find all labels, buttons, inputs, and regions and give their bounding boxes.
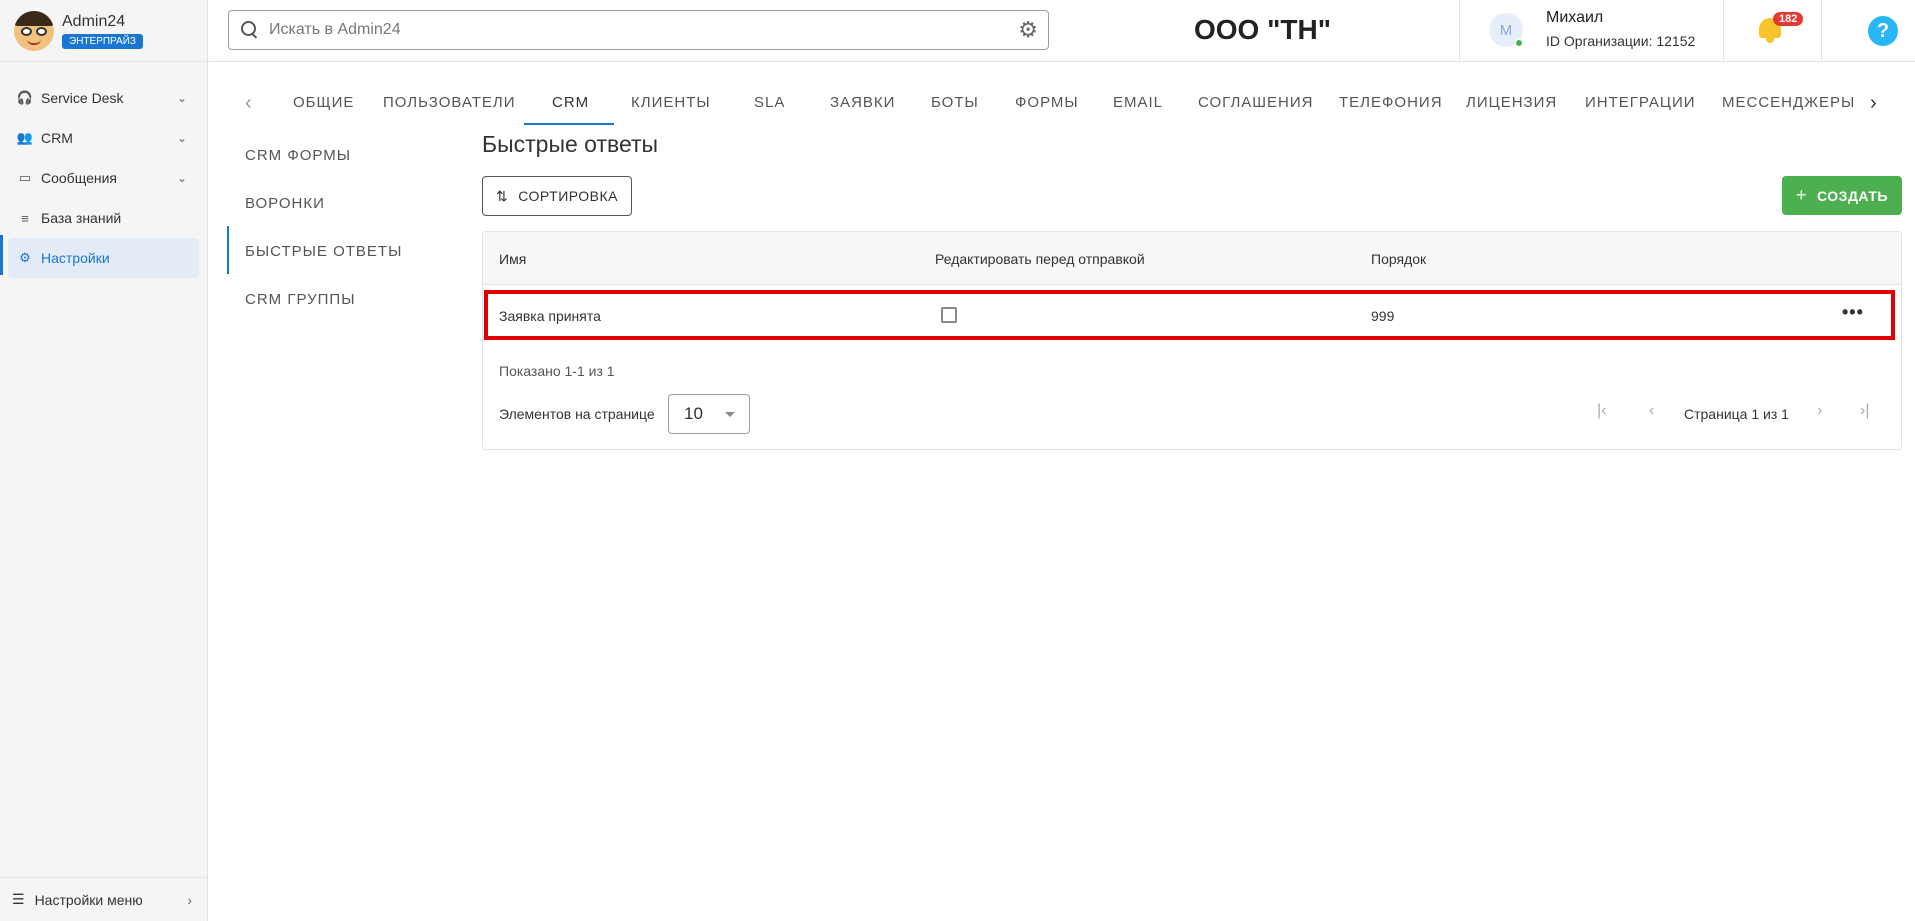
column-header-name[interactable]: Имя [499,251,526,267]
search-input[interactable] [269,21,1009,39]
tab-integrations[interactable]: ИНТЕГРАЦИИ [1585,94,1696,111]
tabs-scroll-right-icon[interactable]: › [1870,92,1877,115]
sidebar-item-knowledge-base[interactable]: ≡ База знаний [8,198,199,238]
tab-clients[interactable]: КЛИЕНТЫ [631,94,711,111]
sidebar-item-label: Сообщения [41,170,117,186]
chevron-down-icon: ⌄ [176,171,187,185]
headset-icon: 🎧 [16,90,34,105]
gear-icon: ⚙ [19,250,31,265]
page-title: Быстрые ответы [482,131,659,157]
tab-email[interactable]: EMAIL [1113,94,1163,111]
sidebar: Admin24 ЭНТЕРПРАЙЗ 🎧 Service Desk ⌄ 👥 CR… [0,0,208,921]
caret-down-icon [725,412,735,417]
table-header: Имя Редактировать перед отправкой Порядо… [483,232,1901,285]
header-divider [1723,0,1724,62]
chevron-down-icon: ⌄ [176,131,187,145]
sort-button[interactable]: ⇅ СОРТИРОВКА [482,176,632,216]
app-name: Admin24 [62,12,126,30]
more-actions-icon[interactable]: ••• [1842,302,1864,323]
plus-icon: + [1796,185,1808,205]
chevron-down-icon: ⌄ [176,91,187,105]
quick-replies-table: Имя Редактировать перед отправкой Порядо… [482,231,1902,450]
create-button-label: СОЗДАТЬ [1817,187,1888,204]
menu-settings-button[interactable]: ☰ Настройки меню › [0,877,208,921]
top-header: ⚙ ООО "ТН" М Михаил ID Организации: 1215… [209,0,1915,62]
sort-icon: ⇅ [496,187,509,204]
logo-avatar-icon [14,10,54,51]
column-header-edit-before-send[interactable]: Редактировать перед отправкой [935,251,1145,267]
chevron-right-icon: › [187,891,192,908]
search-icon [241,21,259,39]
subnav-quick-replies[interactable]: БЫСТРЫЕ ОТВЕТЫ [245,243,402,260]
menu-settings-label: Настройки меню [34,891,143,908]
tab-sla[interactable]: SLA [754,94,785,111]
tab-bots[interactable]: БОТЫ [931,94,979,111]
subnav-funnels[interactable]: ВОРОНКИ [245,195,325,212]
sidebar-item-messages[interactable]: ▭ Сообщения ⌄ [8,158,199,198]
sidebar-item-label: CRM [41,130,73,146]
sidebar-nav: 🎧 Service Desk ⌄ 👥 CRM ⌄ ▭ Сообщения ⌄ ≡… [0,62,207,278]
list-icon: ☰ [12,891,25,907]
sidebar-item-label: Service Desk [41,90,124,106]
users-icon: 👥 [16,130,34,145]
prev-page-icon[interactable]: ‹ [1649,402,1654,420]
search-settings-gear-icon[interactable]: ⚙ [1018,17,1038,43]
active-tab-indicator [524,123,614,125]
online-status-dot [1515,39,1523,47]
tab-crm[interactable]: CRM [552,94,589,111]
sidebar-item-label: Настройки [41,250,110,266]
subnav-crm-forms[interactable]: CRM ФОРМЫ [245,147,351,164]
notification-count-badge: 182 [1773,12,1804,26]
search-bar[interactable]: ⚙ [228,10,1049,50]
page-indicator: Страница 1 из 1 [1684,406,1789,422]
table-row[interactable]: Заявка принята 999 ••• [484,290,1895,340]
first-page-icon[interactable]: |‹ [1597,402,1606,420]
edition-badge: ЭНТЕРПРАЙЗ [62,33,143,49]
tab-telephony[interactable]: ТЕЛЕФОНИЯ [1339,94,1443,111]
per-page-value: 10 [684,404,703,423]
next-page-icon[interactable]: › [1817,402,1822,420]
database-icon: ≡ [21,210,29,226]
per-page-label: Элементов на странице [499,406,655,422]
user-organization-id: ID Организации: 12152 [1546,33,1696,49]
organization-title: ООО "ТН" [1194,14,1331,45]
sidebar-item-service-desk[interactable]: 🎧 Service Desk ⌄ [8,78,199,118]
tab-license[interactable]: ЛИЦЕНЗИЯ [1466,94,1557,111]
cell-order: 999 [1371,308,1395,324]
user-name[interactable]: Михаил [1546,9,1603,27]
create-button[interactable]: + СОЗДАТЬ [1782,176,1902,215]
tab-tickets[interactable]: ЗАЯВКИ [830,94,895,111]
sidebar-active-indicator [0,235,3,275]
last-page-icon[interactable]: ›| [1860,402,1869,420]
tab-general[interactable]: ОБЩИЕ [293,94,354,111]
tab-users[interactable]: ПОЛЬЗОВАТЕЛИ [383,94,516,111]
per-page-select[interactable]: 10 [668,394,750,434]
help-icon[interactable]: ? [1868,16,1898,46]
brand[interactable]: Admin24 ЭНТЕРПРАЙЗ [0,0,207,62]
sidebar-item-settings[interactable]: ⚙ Настройки [8,238,199,278]
sidebar-item-crm[interactable]: 👥 CRM ⌄ [8,118,199,158]
subnav-crm-groups[interactable]: CRM ГРУППЫ [245,291,356,308]
tab-forms[interactable]: ФОРМЫ [1015,94,1079,111]
shown-count: Показано 1-1 из 1 [499,363,615,379]
subnav-active-indicator [227,226,229,274]
cell-name: Заявка принята [499,308,601,324]
tab-messengers[interactable]: МЕССЕНДЖЕРЫ [1722,94,1855,111]
chat-icon: ▭ [18,170,32,185]
sidebar-item-label: База знаний [41,210,122,226]
edit-before-send-checkbox[interactable] [941,307,957,323]
column-header-order[interactable]: Порядок [1371,251,1426,267]
tab-agreements[interactable]: СОГЛАШЕНИЯ [1198,94,1314,111]
tabs-scroll-left-icon[interactable]: ‹ [245,92,252,115]
header-divider [1459,0,1460,62]
sort-button-label: СОРТИРОВКА [518,188,619,204]
header-divider [1821,0,1822,62]
